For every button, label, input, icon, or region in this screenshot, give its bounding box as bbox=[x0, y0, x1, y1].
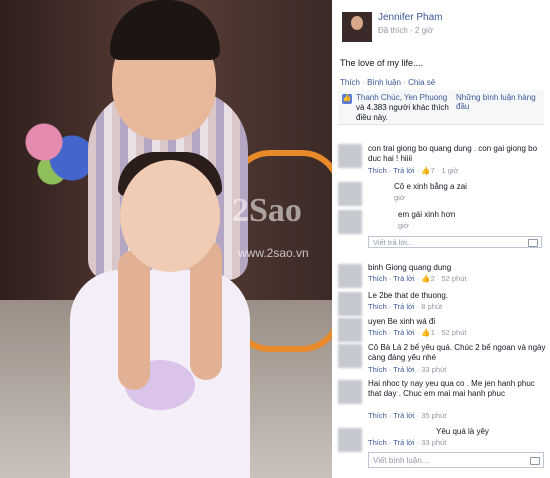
comment-action-links[interactable]: Thích · Trả lời bbox=[368, 166, 415, 175]
reply-placeholder: Viết trả lời... bbox=[373, 238, 414, 247]
comment-action-links[interactable]: Thích · Trả lời bbox=[368, 328, 415, 337]
commenter-avatar[interactable] bbox=[338, 292, 362, 316]
comment-actions: Thích · Trả lời · 👍1 · 52 phút bbox=[368, 328, 467, 337]
commenter-avatar[interactable] bbox=[338, 264, 362, 288]
likes-text: Thanh Chúc, Yen Phuong và 4.383 người kh… bbox=[356, 93, 454, 123]
comment-item: uyen Be xinh wá đi Thích · Trả lời · 👍1 … bbox=[338, 316, 546, 342]
comment-item: Yêu quá là yêy Thích · Trả lời · 33 phút bbox=[338, 426, 546, 452]
likes-summary: 👍 Thanh Chúc, Yen Phuong và 4.383 người … bbox=[338, 90, 544, 125]
post-actions: Thích · Bình luận · Chia sẻ bbox=[340, 78, 435, 87]
like-count-icon: 👍 bbox=[421, 166, 431, 175]
comment-text: con trai giong bo quang dung . con gai g… bbox=[368, 144, 538, 163]
reply-input[interactable]: Viết trả lời... bbox=[368, 236, 542, 248]
comment-action-links[interactable]: Thích · Trả lời bbox=[368, 438, 415, 447]
comment-time: 35 phút bbox=[421, 411, 447, 420]
comment-actions: Thích · Trả lời · 33 phút bbox=[368, 438, 447, 447]
reply-row: Viết trả lời... bbox=[338, 234, 546, 252]
comment-item: con trai giong bo quang dung . con gai g… bbox=[338, 142, 546, 180]
comment-actions: Thích · Trả lời · 35 phút bbox=[368, 411, 447, 420]
write-comment-placeholder: Viết bình luận... bbox=[373, 456, 429, 465]
comment-like-count: 7 bbox=[430, 166, 435, 175]
comment-text: em gái xinh hơn bbox=[398, 210, 456, 219]
like-count-icon: 👍 bbox=[421, 274, 431, 283]
like-count-icon: 👍 bbox=[421, 328, 431, 337]
comment-action-links[interactable]: Thích · Trả lời bbox=[368, 365, 415, 374]
commenter-avatar[interactable] bbox=[338, 182, 362, 206]
watermark-url: www.2sao.vn bbox=[238, 246, 309, 260]
comment-time: 8 phút bbox=[421, 302, 443, 311]
comment-sort-dropdown[interactable]: Những bình luận hàng đầu bbox=[456, 93, 544, 111]
comment-time: 52 phút bbox=[441, 328, 467, 337]
commenter-avatar[interactable] bbox=[338, 428, 362, 452]
comment-link[interactable]: Bình luận bbox=[367, 78, 401, 87]
watermark-logo: 2Sao bbox=[232, 192, 302, 229]
comment-item: Cô e xinh bằng a zai giờ bbox=[338, 180, 546, 206]
comment-actions: Thích · Trả lời · 8 phút bbox=[368, 302, 443, 311]
comment-text: uyen Be xinh wá đi bbox=[368, 317, 436, 326]
comment-time: 33 phút bbox=[421, 365, 447, 374]
likes-others[interactable]: và 4.383 người khác thích điều này. bbox=[356, 103, 449, 122]
commenter-avatar[interactable] bbox=[338, 210, 362, 234]
comment-text: Cô e xinh bằng a zai bbox=[394, 182, 467, 191]
comment-item: Cô Bà Lá 2 bế yêu quá. Chúc 2 bế ngoan v… bbox=[338, 342, 546, 376]
comment-text: Yêu quá là yêy bbox=[436, 427, 489, 436]
post-meta: Đã thích · 2 giờ bbox=[378, 26, 434, 35]
comment-text: Cô Bà Lá 2 bế yêu quá. Chúc 2 bế ngoan v… bbox=[368, 343, 546, 362]
comment-time: 1 giờ bbox=[441, 166, 459, 175]
camera-icon[interactable] bbox=[528, 239, 538, 247]
comment-time: 33 phút bbox=[421, 438, 447, 447]
author-name[interactable]: Jennifer Pham bbox=[378, 12, 442, 23]
comment-item: em gái xinh hơn giờ bbox=[338, 208, 546, 234]
liker-names[interactable]: Thanh Chúc, Yen Phuong bbox=[356, 93, 447, 102]
write-comment-input[interactable]: Viết bình luận... bbox=[368, 452, 544, 468]
commenter-avatar[interactable] bbox=[338, 318, 362, 342]
comment-like-count: 2 bbox=[430, 274, 435, 283]
share-link[interactable]: Chia sẻ bbox=[408, 78, 435, 87]
comment-text: binh Giong quang dung bbox=[368, 263, 452, 272]
baby-face bbox=[120, 160, 220, 272]
camera-icon[interactable] bbox=[530, 457, 540, 465]
post-header: Jennifer Pham Đã thích · 2 giờ bbox=[340, 10, 545, 46]
comment-item: Le 2be that de thuong. Thích · Trả lời ·… bbox=[338, 290, 546, 316]
comments-panel: Jennifer Pham Đã thích · 2 giờ The love … bbox=[332, 0, 550, 478]
post-text: The love of my life.... bbox=[340, 58, 424, 68]
comment-text: Le 2be that de thuong. bbox=[368, 291, 449, 300]
baby-dress bbox=[70, 270, 250, 478]
comment-time: 52 phút bbox=[441, 274, 467, 283]
commenter-avatar[interactable] bbox=[338, 144, 362, 168]
comment-item: binh Giong quang dung Thích · Trả lời · … bbox=[338, 262, 546, 288]
thumbs-up-icon: 👍 bbox=[342, 94, 352, 104]
comment-text: Hai nhoc ty nay yeu qua co . Me jen hanh… bbox=[368, 379, 535, 398]
comment-action-links[interactable]: Thích · Trả lời bbox=[368, 411, 415, 420]
comment-like-count: 1 bbox=[430, 328, 435, 337]
comment-actions: Thích · Trả lời · 33 phút bbox=[368, 365, 447, 374]
like-link[interactable]: Thích bbox=[340, 78, 360, 87]
commenter-avatar[interactable] bbox=[338, 380, 362, 404]
comment-action-links[interactable]: Thích · Trả lời bbox=[368, 274, 415, 283]
comment-action-links[interactable]: Thích · Trả lời bbox=[368, 302, 415, 311]
comment-time: giờ bbox=[394, 193, 405, 202]
commenter-avatar[interactable] bbox=[338, 344, 362, 368]
post-photo[interactable]: 2Sao www.2sao.vn bbox=[0, 0, 332, 478]
comment-time: giờ bbox=[398, 221, 409, 230]
author-avatar[interactable] bbox=[342, 12, 372, 42]
comment-actions: Thích · Trả lời · 👍7 · 1 giờ bbox=[368, 166, 459, 175]
comment-item: Hai nhoc ty nay yeu qua co . Me jen hanh… bbox=[338, 378, 546, 422]
comment-actions: Thích · Trả lời · 👍2 · 52 phút bbox=[368, 274, 467, 283]
boy-arm-left bbox=[118, 250, 150, 390]
